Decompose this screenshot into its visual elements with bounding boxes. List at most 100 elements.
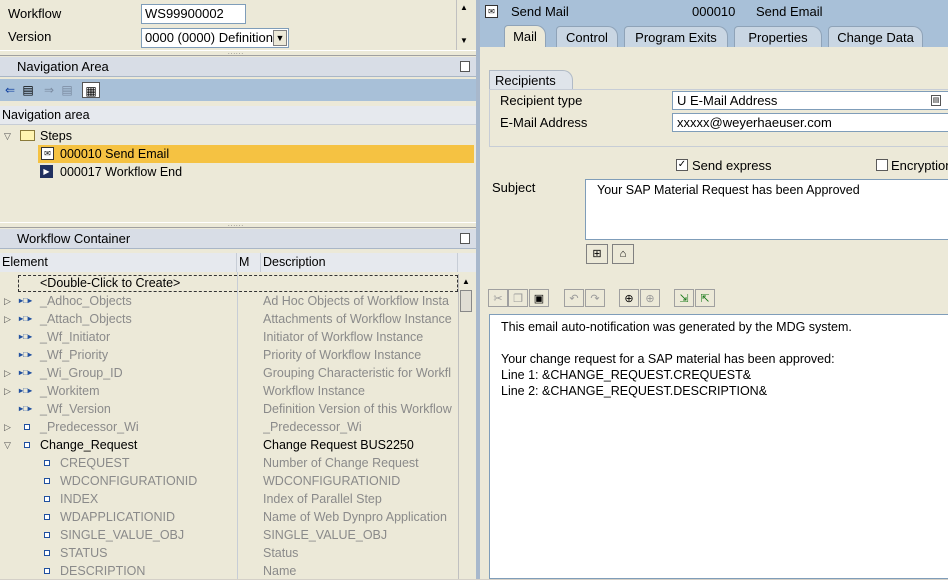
table-row[interactable]: INDEX Index of Parallel Step [0, 490, 458, 508]
email-address-label: E-Mail Address [500, 115, 588, 130]
header-scrollbar[interactable]: ▲ ▼ [456, 0, 470, 50]
recipient-type-field[interactable]: U E-Mail Address ▤ [672, 91, 948, 110]
table-row[interactable]: ▸□▸ _Wf_Version Definition Version of this… [0, 400, 458, 418]
table-row[interactable]: ▷ ▸□▸ _Wi_Group_ID Grouping Characteristic … [0, 364, 458, 382]
element-cell: ▸□▸ _Wf_Initiator [0, 328, 237, 346]
col-header-element[interactable]: Element [0, 253, 237, 272]
expand-triangle-icon[interactable]: ▷ [4, 382, 11, 400]
attribute-icon [44, 460, 50, 466]
body-line: This email auto-notification was generat… [501, 320, 852, 334]
tree-item-label: 000017 Workflow End [60, 165, 183, 179]
expand-triangle-icon[interactable]: ▷ [4, 292, 11, 310]
table-row[interactable]: DESCRIPTION Name [0, 562, 458, 580]
email-address-field[interactable]: xxxxx@weyerhaeuser.com [672, 113, 948, 132]
object-type-icon: ▸□▸ [19, 296, 32, 305]
send-express-label: Send express [692, 158, 772, 173]
expand-triangle-icon[interactable]: ▷ [4, 310, 11, 328]
element-cell: ▸□▸ _Wf_Priority [0, 346, 237, 364]
expand-triangle-icon[interactable]: ▷ [4, 418, 11, 436]
description-cell: Number of Change Request [263, 456, 419, 470]
element-name: _Workitem [40, 384, 100, 398]
element-name: _Attach_Objects [40, 312, 132, 326]
tab-program-exits[interactable]: Program Exits [624, 26, 728, 47]
tree-layout-icon[interactable]: ▦ [82, 82, 100, 98]
tree-item-workflow-end[interactable]: ▶ 000017 Workflow End [38, 163, 474, 181]
find-next-icon[interactable]: ⊕ [640, 289, 660, 307]
recipients-group: Recipient type U E-Mail Address ▤ E-Mail… [489, 89, 948, 147]
cut-icon[interactable]: ✂ [488, 289, 508, 307]
table-row[interactable]: SINGLE_VALUE_OBJ SINGLE_VALUE_OBJ [0, 526, 458, 544]
element-name: CREQUEST [60, 456, 130, 470]
mail-body-editor[interactable]: This email auto-notification was generat… [489, 314, 948, 579]
element-cell: STATUS [0, 544, 237, 562]
expand-triangle-icon[interactable]: ▽ [4, 436, 11, 454]
tree-item-send-email[interactable]: ✉ 000010 Send Email [38, 145, 474, 163]
chevron-down-icon[interactable]: ▼ [273, 30, 287, 46]
table-row[interactable]: ▸□▸ _Wf_Initiator Initiator of Workflow In… [0, 328, 458, 346]
insert-expression-icon[interactable]: ⊞ [586, 244, 608, 264]
navigation-area-header: Navigation area [0, 106, 476, 125]
object-icon [24, 424, 30, 430]
document-disabled-icon[interactable]: ▤ [58, 82, 76, 98]
element-name: _Adhoc_Objects [40, 294, 132, 308]
undo-icon[interactable]: ↶ [564, 289, 584, 307]
import-icon[interactable]: ⇲ [674, 289, 694, 307]
copy-icon[interactable]: ❐ [508, 289, 528, 307]
table-row[interactable]: ▸□▸ _Wf_Priority Priority of Workflow Inst… [0, 346, 458, 364]
back-arrow-icon[interactable]: ⇐ [1, 82, 19, 98]
element-name: INDEX [60, 492, 99, 506]
table-row[interactable]: CREQUEST Number of Change Request [0, 454, 458, 472]
redo-icon[interactable]: ↷ [585, 289, 605, 307]
create-row[interactable]: <Double-Click to Create> [0, 274, 458, 292]
forward-arrow-icon[interactable]: ⇒ [40, 82, 58, 98]
table-row[interactable]: ▷ ▸□▸ _Workitem Workflow Instance [0, 382, 458, 400]
table-row[interactable]: ▷ ▸□▸ _Adhoc_Objects Ad Hoc Objects of Work… [0, 292, 458, 310]
tab-control[interactable]: Control [556, 26, 618, 47]
table-row[interactable]: ▷ ▸□▸ _Attach_Objects Attachments of Workfl… [0, 310, 458, 328]
workflow-field[interactable]: WS99900002 [141, 4, 246, 24]
paste-icon[interactable]: ▣ [529, 289, 549, 307]
col-header-description[interactable]: Description [261, 253, 458, 272]
panel-menu-icon[interactable] [460, 61, 470, 72]
table-row[interactable]: ▷ _Predecessor_Wi _Predecessor_Wi [0, 418, 458, 436]
tree-root-steps[interactable]: ▽ Steps [0, 127, 474, 145]
scroll-down-icon[interactable]: ▼ [457, 34, 471, 48]
export-icon[interactable]: ⇱ [695, 289, 715, 307]
encryption-checkbox[interactable] [876, 159, 888, 171]
expand-triangle-icon[interactable]: ▷ [4, 364, 11, 382]
version-select[interactable]: 0000 (0000) Definition ▼ [141, 28, 289, 48]
table-row[interactable]: STATUS Status [0, 544, 458, 562]
description-cell: Attachments of Workflow Instance [263, 312, 452, 326]
table-row[interactable]: ▽ Change_Request Change Request BUS2250 [0, 436, 458, 454]
table-row[interactable]: WDAPPLICATIONID Name of Web Dynpro Applic… [0, 508, 458, 526]
container-scrollbar[interactable]: ▲ [458, 274, 472, 579]
folder-icon [20, 130, 35, 141]
step-name: Send Email [756, 4, 823, 19]
document-icon[interactable]: ▤ [19, 82, 37, 98]
element-name: WDAPPLICATIONID [60, 510, 176, 524]
send-express-checkbox[interactable]: ✓ [676, 159, 688, 171]
value-help-icon[interactable]: ▤ [931, 95, 941, 106]
tab-mail[interactable]: Mail [504, 25, 546, 47]
element-cell: ▷ ▸□▸ _Wi_Group_ID [0, 364, 237, 382]
subject-field[interactable]: Your SAP Material Request has been Appro… [585, 179, 948, 240]
scroll-up-icon[interactable]: ▲ [459, 275, 473, 289]
object-type-icon: ▸□▸ [19, 350, 32, 359]
splitter-middle[interactable]: ...... [0, 222, 476, 228]
step-titlebar: ✉ Send Mail 000010 Send Email [480, 0, 948, 24]
binding-icon[interactable]: ⌂ [612, 244, 634, 264]
object-type-icon: ▸□▸ [19, 314, 32, 323]
collapse-triangle-icon[interactable]: ▽ [4, 127, 11, 145]
find-icon[interactable]: ⊕ [619, 289, 639, 307]
mail-step-icon: ✉ [485, 5, 498, 18]
scroll-up-icon[interactable]: ▲ [457, 1, 471, 15]
panel-menu-icon[interactable] [460, 233, 470, 244]
splitter-top[interactable]: ...... [0, 50, 476, 56]
container-table: Element M Description <Double-Click to C… [0, 253, 476, 579]
tab-change-data[interactable]: Change Data [828, 26, 923, 47]
col-header-m[interactable]: M [237, 253, 261, 272]
table-row[interactable]: WDCONFIGURATIONID WDCONFIGURATIONID [0, 472, 458, 490]
scroll-thumb[interactable] [460, 290, 472, 312]
description-cell: _Predecessor_Wi [263, 420, 362, 434]
tab-properties[interactable]: Properties [734, 26, 822, 47]
